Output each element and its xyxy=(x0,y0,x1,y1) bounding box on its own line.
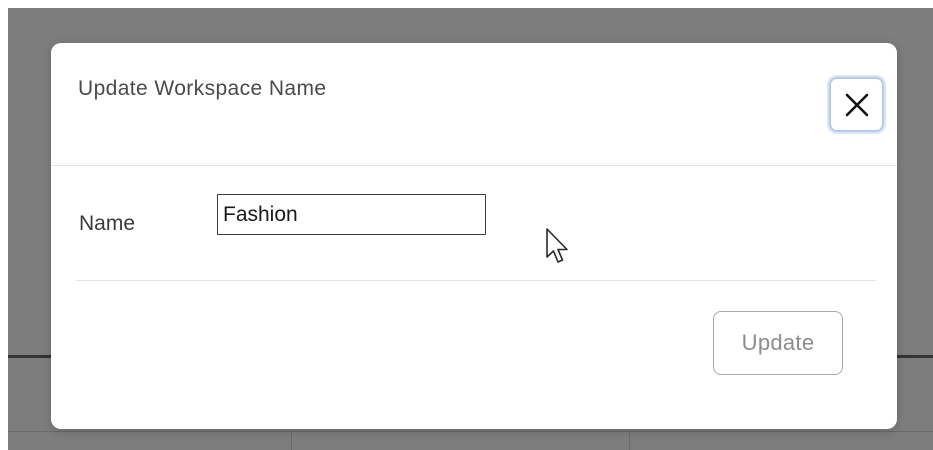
screen: Update Workspace Name Name Update xyxy=(0,0,933,450)
close-button[interactable] xyxy=(829,77,884,132)
background-table xyxy=(8,431,933,450)
close-icon xyxy=(845,93,869,117)
dialog-body: Name xyxy=(76,167,876,281)
background-divider xyxy=(8,355,54,358)
update-workspace-dialog: Update Workspace Name Name Update xyxy=(51,43,897,429)
name-label: Name xyxy=(79,212,136,235)
background-divider xyxy=(893,355,933,358)
background-table-column xyxy=(291,432,292,450)
workspace-name-input[interactable] xyxy=(217,194,486,235)
update-button[interactable]: Update xyxy=(713,311,843,375)
arrow-pointer-icon xyxy=(546,228,568,263)
dialog-title: Update Workspace Name xyxy=(78,77,327,100)
background-table-column xyxy=(629,432,630,450)
dialog-header: Update Workspace Name xyxy=(51,43,897,166)
